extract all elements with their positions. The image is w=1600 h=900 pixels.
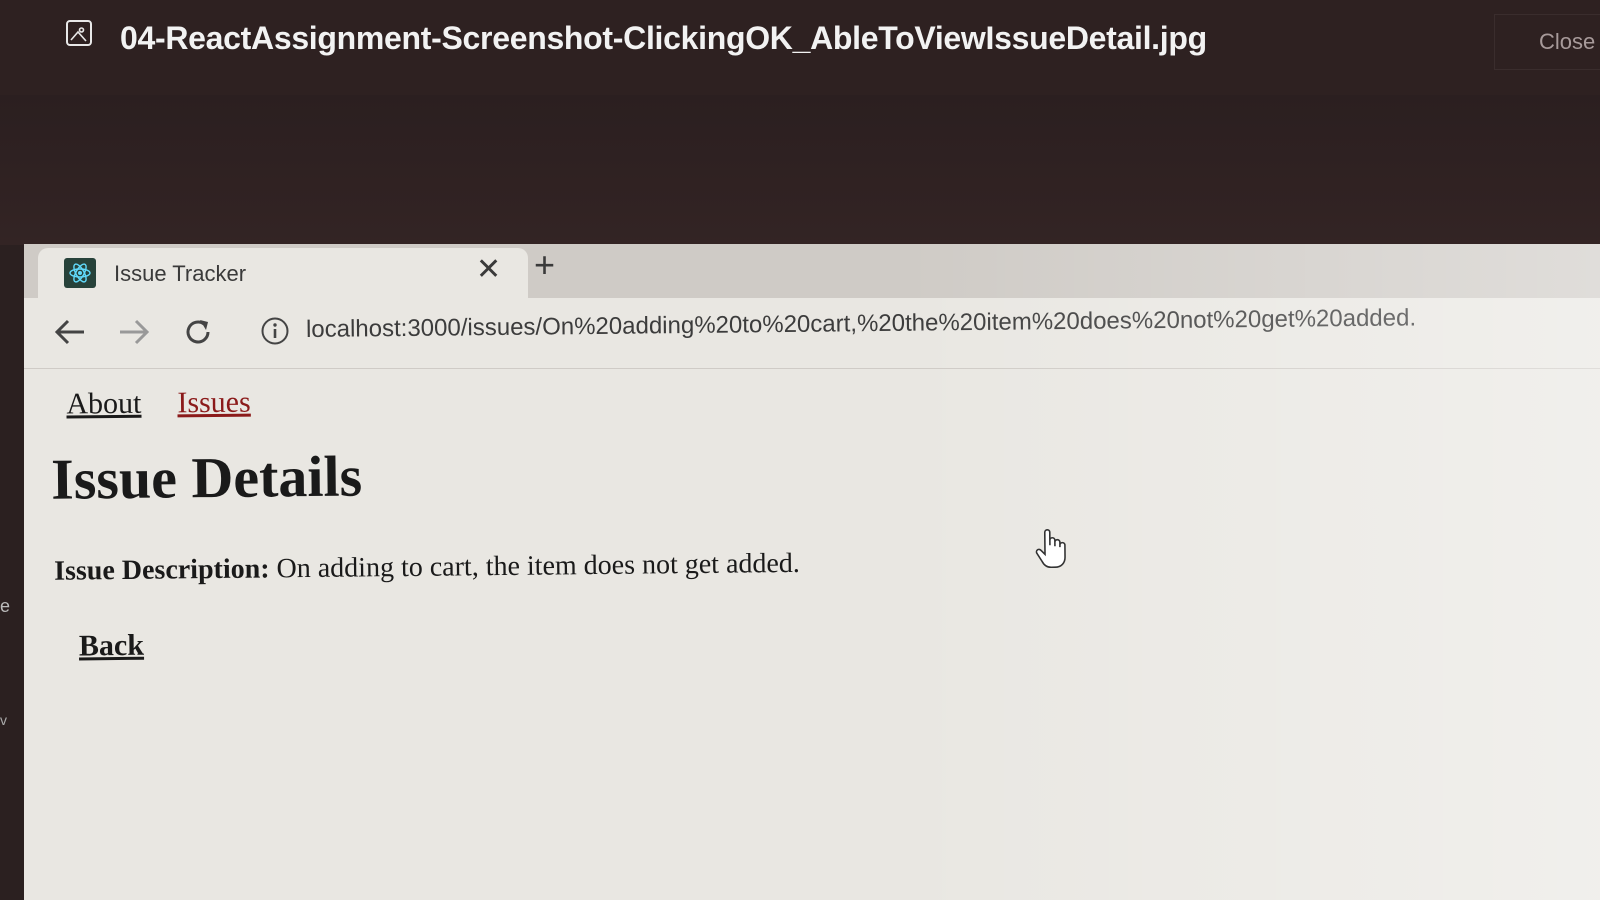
hand-pointer-icon (1034, 527, 1068, 574)
browser-window: Issue Tracker ✕ + localhost:3000/issues/… (24, 244, 1600, 900)
new-tab-button[interactable]: + (534, 244, 555, 286)
close-tab-icon[interactable]: ✕ (476, 252, 501, 287)
tab-strip: Issue Tracker ✕ + (24, 244, 1600, 298)
issue-description-label: Issue Description: (53, 553, 270, 587)
page-nav: About Issues (66, 385, 287, 421)
issue-description-value: On adding to cart, the item does not get… (276, 547, 801, 585)
image-viewer-backdrop (0, 95, 1600, 245)
url-text[interactable]: localhost:3000/issues/On%20adding%20to%2… (306, 304, 1416, 344)
reload-icon[interactable] (178, 312, 218, 352)
tab-issue-tracker[interactable]: Issue Tracker ✕ (38, 248, 528, 298)
issue-description: Issue Description: On adding to cart, th… (54, 548, 800, 588)
address-bar[interactable]: localhost:3000/issues/On%20adding%20to%2… (254, 304, 1554, 356)
back-link[interactable]: Back (79, 629, 144, 664)
image-viewer-header: 04-ReactAssignment-Screenshot-ClickingOK… (0, 0, 1600, 96)
close-button[interactable]: Close (1494, 14, 1600, 70)
image-icon (66, 20, 92, 46)
edge-text-fragment: v (0, 712, 7, 728)
arrow-right-icon[interactable] (114, 312, 154, 352)
tab-title: Issue Tracker (114, 261, 247, 286)
image-viewer-title: 04-ReactAssignment-Screenshot-ClickingOK… (120, 20, 1207, 56)
nav-link-issues[interactable]: Issues (177, 386, 251, 420)
page-title: Issue Details (50, 443, 363, 512)
react-logo-icon (64, 258, 96, 288)
page-content: About Issues Issue Details Issue Descript… (24, 351, 1600, 899)
edge-text-fragment: e (0, 596, 11, 616)
nav-link-about[interactable]: About (66, 387, 141, 421)
arrow-left-icon[interactable] (50, 312, 90, 352)
info-icon[interactable] (260, 316, 290, 351)
